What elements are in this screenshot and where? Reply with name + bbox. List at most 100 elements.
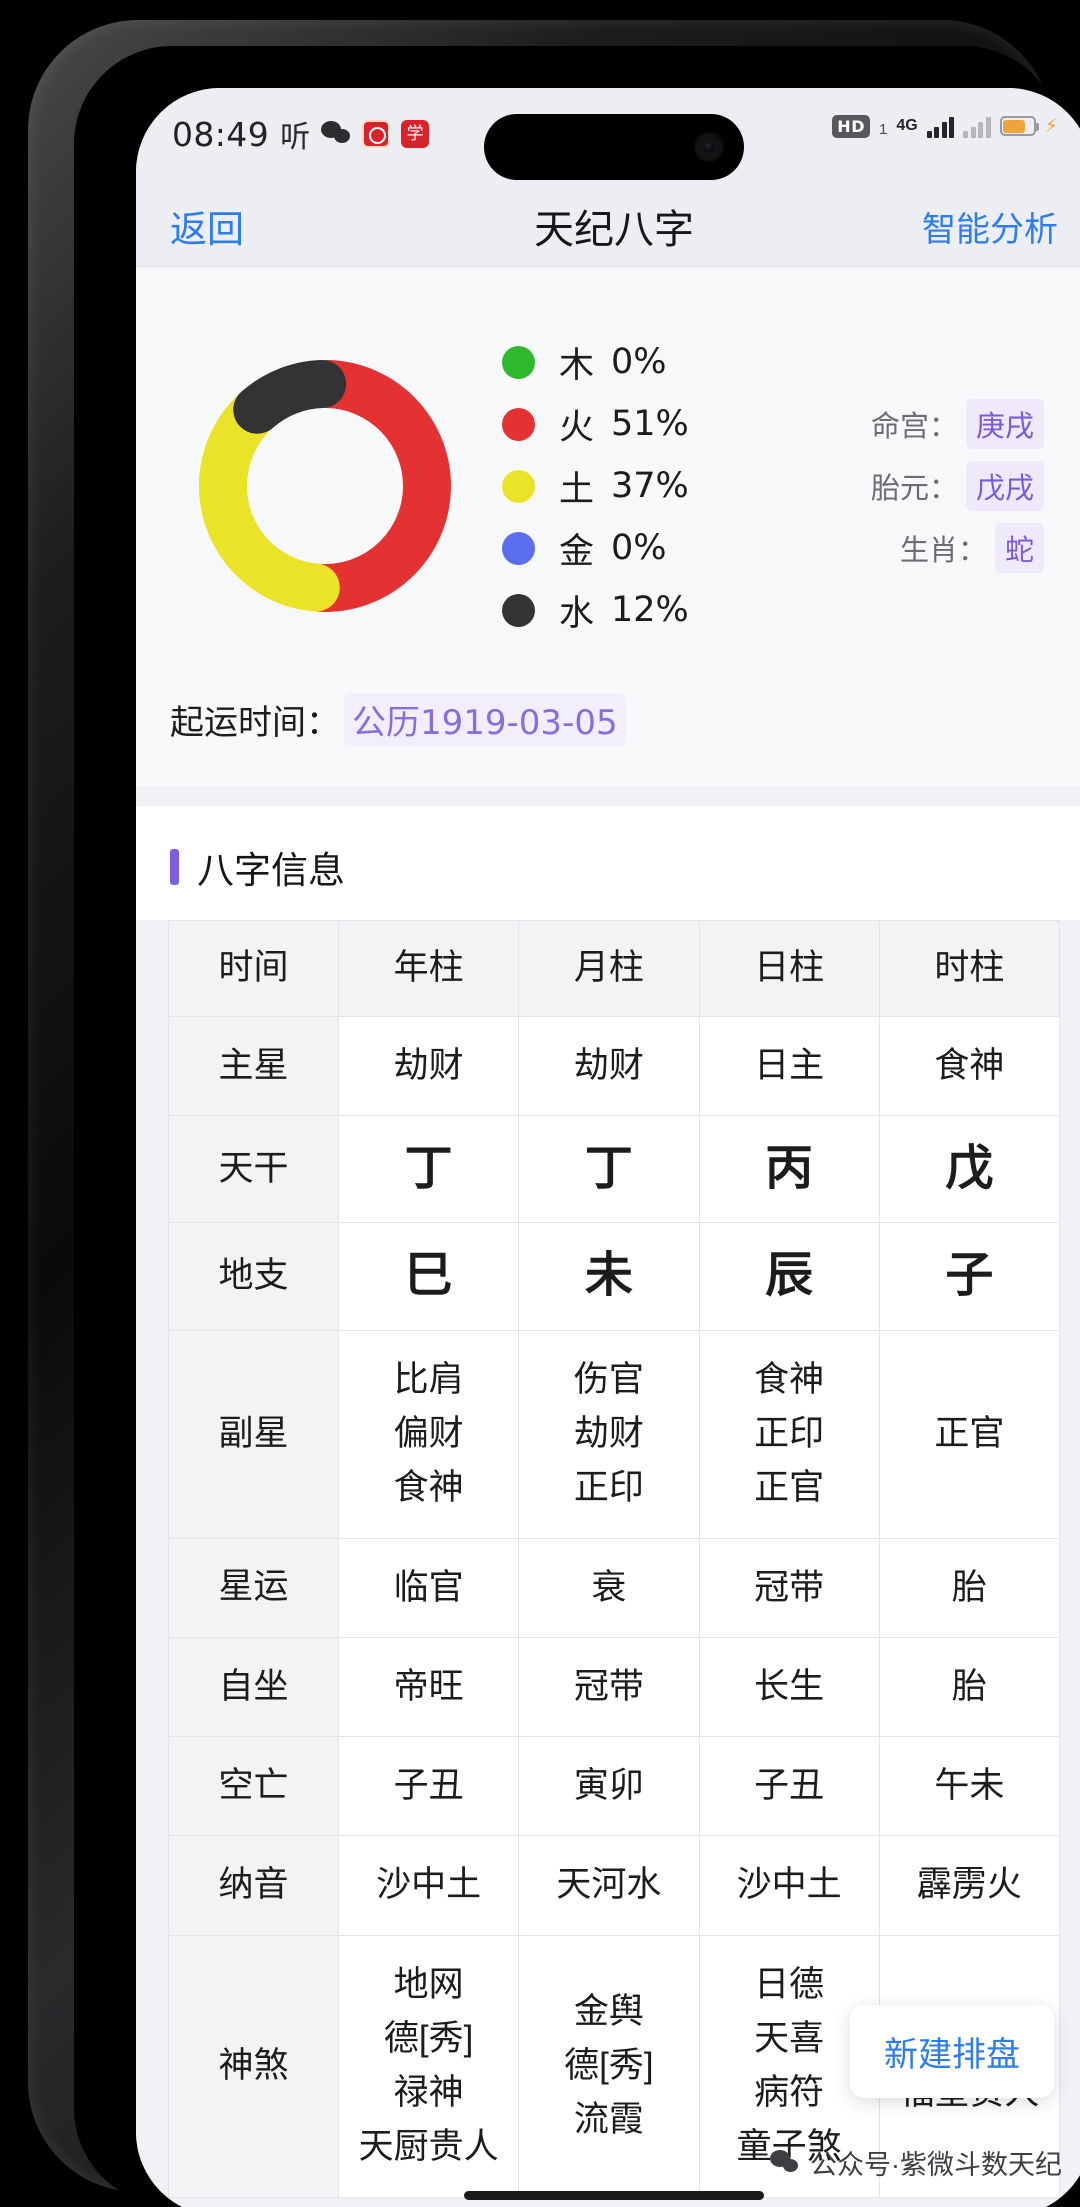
front-camera-icon xyxy=(694,132,724,162)
table-cell-line: 金舆 xyxy=(573,1991,644,2031)
wuxing-legend: 木 0% 火 51% 土 37% 金 0% 水 12% xyxy=(502,331,689,641)
table-cell-line: 丁 xyxy=(584,1142,633,1195)
info-value-minggong: 庚戌 xyxy=(965,399,1044,449)
info-label-minggong: 命宫： xyxy=(870,411,958,443)
info-label-taiyuan: 胎元： xyxy=(870,473,958,505)
table-cell: 霹雳火 xyxy=(878,1835,1061,1936)
phone-frame: 08:49 听 HD 1 4G xyxy=(28,20,1080,2207)
chart-side-info: 命宫： 庚戌 胎元： 戊戌 生肖： 蛇 xyxy=(871,393,1062,579)
table-cell-line: 戊 xyxy=(945,1142,994,1195)
wuxing-donut-chart xyxy=(190,351,460,621)
bank-app-icon xyxy=(362,120,391,148)
legend-item: 土 37% xyxy=(502,455,689,517)
table-cell-line: 霹雳火 xyxy=(916,1865,1022,1905)
wuxing-row: 木 0% 火 51% 土 37% 金 0% 水 12% 命宫： 庚戌 胎元： 戊… xyxy=(136,277,1080,659)
dynamic-island xyxy=(484,114,744,180)
legend-item: 木 0% xyxy=(502,331,689,393)
home-indicator[interactable] xyxy=(464,2191,764,2200)
watermark: 公众号·紫微斗数天纪 xyxy=(770,2143,1062,2182)
table-cell: 胎 xyxy=(878,1537,1061,1638)
table-cell-line: 正官 xyxy=(934,1414,1005,1454)
table-cell-line: 长生 xyxy=(754,1666,825,1706)
legend-label-metal: 金 xyxy=(559,531,595,571)
hd-sim-index: 1 xyxy=(878,121,888,138)
table-row: 星运 临官 衰 冠带 胎 xyxy=(168,1537,1061,1638)
table-cell: 正官 xyxy=(878,1329,1061,1539)
navigation-bar: 返回 天纪八字 智能分析 xyxy=(136,186,1080,266)
legend-value-wood: 0% xyxy=(611,342,667,382)
table-cell-line: 辰 xyxy=(765,1249,814,1303)
table-row: 天干 丁 丁 丙 戊 xyxy=(168,1114,1061,1224)
table-cell: 冠带 xyxy=(518,1636,700,1738)
table-cell: 丁 xyxy=(518,1114,700,1224)
legend-color-dot-wood xyxy=(502,345,535,379)
legend-color-dot-water xyxy=(502,593,535,627)
network-type-label: 4G xyxy=(896,117,918,134)
legend-item: 火 51% xyxy=(502,393,689,455)
table-row: 副星 比肩 偏财 食神 伤官 劫财 正印 食神 正印 正官 正官 xyxy=(168,1329,1061,1539)
table-row-header: 星运 xyxy=(168,1537,339,1638)
table-cell-line: 食神 xyxy=(754,1359,825,1399)
table-cell: 沙中土 xyxy=(698,1835,880,1936)
table-cell-line: 未 xyxy=(584,1249,633,1303)
legend-value-metal: 0% xyxy=(611,528,667,568)
table-column-header: 日柱 xyxy=(698,920,880,1017)
content-scroll-area[interactable]: 木 0% 火 51% 土 37% 金 0% 水 12% 命宫： 庚戌 胎元： 戊… xyxy=(136,266,1080,2207)
legend-label-fire: 火 xyxy=(559,407,595,447)
battery-charging-icon: ⚡ xyxy=(1044,115,1058,137)
info-label-shengxiao: 生肖： xyxy=(899,535,987,567)
legend-color-dot-fire xyxy=(502,407,535,441)
wechat-watermark-icon xyxy=(770,2149,800,2176)
legend-item: 金 0% xyxy=(502,517,689,579)
donut-segment-土 xyxy=(199,389,340,612)
table-column-header: 月柱 xyxy=(518,920,700,1017)
phone-bezel: 08:49 听 HD 1 4G xyxy=(74,46,1080,2207)
new-chart-button[interactable]: 新建排盘 xyxy=(850,2005,1054,2098)
status-bar: 08:49 听 HD 1 4G xyxy=(136,88,1080,186)
table-cell-line: 冠带 xyxy=(754,1567,825,1607)
legend-color-dot-metal xyxy=(502,531,535,565)
table-cell: 食神 正印 正官 xyxy=(698,1329,880,1539)
hd-icon: HD xyxy=(832,114,870,138)
table-cell: 戊 xyxy=(878,1114,1061,1224)
table-cell-line: 正印 xyxy=(754,1414,825,1454)
table-cell: 沙中土 xyxy=(337,1835,520,1936)
info-row-shengxiao: 生肖： 蛇 xyxy=(871,517,1044,579)
donut-segment-水 xyxy=(233,360,347,434)
table-cell-line: 日主 xyxy=(754,1045,825,1085)
table-cell: 劫财 xyxy=(518,1015,700,1117)
table-header-row: 时间 年柱 月柱 日柱 时柱 xyxy=(168,920,1061,1017)
table-cell-line: 劫财 xyxy=(573,1414,644,1454)
table-cell: 辰 xyxy=(698,1222,880,1331)
wechat-icon xyxy=(321,121,351,147)
table-row-header: 自坐 xyxy=(168,1636,339,1738)
table-cell-line: 偏财 xyxy=(393,1414,464,1454)
table-cell-line: 德[秀] xyxy=(564,2045,654,2085)
legend-label-water: 水 xyxy=(559,593,595,633)
table-cell: 子 xyxy=(878,1222,1061,1331)
status-bar-right: HD 1 4G ⚡ xyxy=(832,114,1058,138)
table-cell-line: 劫财 xyxy=(393,1045,464,1085)
table-row: 主星 劫财 劫财 日主 食神 xyxy=(168,1015,1061,1117)
table-cell: 胎 xyxy=(878,1636,1061,1738)
table-cell: 子丑 xyxy=(337,1736,520,1837)
qiyun-value: 公历1919-03-05 xyxy=(344,693,626,746)
legend-label-earth: 土 xyxy=(559,469,595,509)
table-cell-line: 日德 xyxy=(754,1964,825,2004)
donut-segment-火 xyxy=(297,360,452,612)
table-row-header: 神煞 xyxy=(168,1934,339,2198)
section-title: 八字信息 xyxy=(197,850,345,891)
table-cell: 衰 xyxy=(518,1537,700,1638)
table-cell-line: 正印 xyxy=(573,1468,644,1508)
phone-screen: 08:49 听 HD 1 4G xyxy=(136,88,1080,2207)
table-cell-line: 午未 xyxy=(934,1766,1005,1806)
table-cell: 未 xyxy=(518,1222,700,1331)
back-button[interactable]: 返回 xyxy=(170,199,244,253)
qiyun-row: 起运时间： 公历1919-03-05 xyxy=(136,659,1080,786)
signal-strength-icon xyxy=(926,114,955,138)
smart-analysis-button[interactable]: 智能分析 xyxy=(922,202,1058,251)
table-cell-line: 天厨贵人 xyxy=(358,2127,499,2167)
table-row-header: 副星 xyxy=(168,1329,339,1539)
section-divider xyxy=(136,786,1080,806)
legend-color-dot-earth xyxy=(502,469,535,503)
